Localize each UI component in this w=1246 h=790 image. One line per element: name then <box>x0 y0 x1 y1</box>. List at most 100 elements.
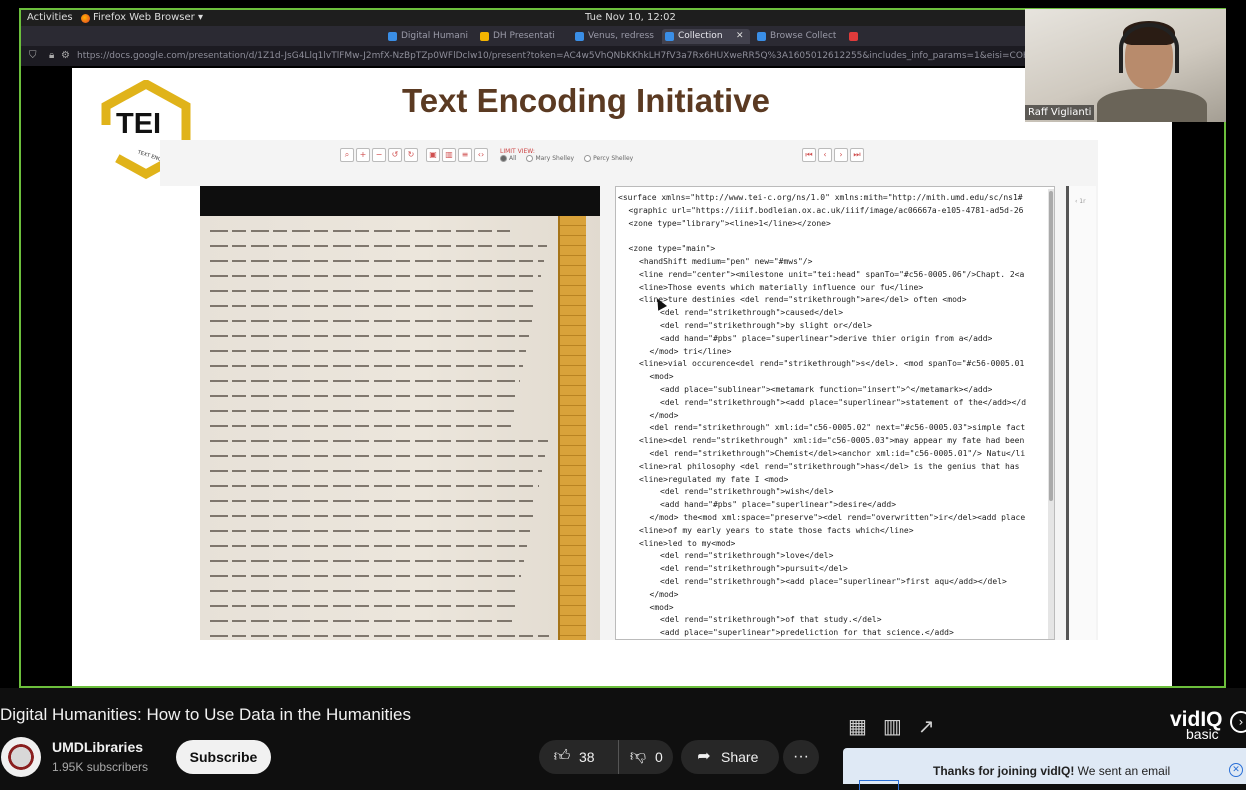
manuscript-page <box>200 186 600 640</box>
tei-xml-panel[interactable]: <surface xmlns="http://www.tei-c.org/ns/… <box>615 186 1055 640</box>
permissions-icon[interactable]: ⚙ <box>61 46 70 66</box>
presentation-slide: TEI TEXT ENCODING INITIATIVE Text Encodi… <box>72 68 1172 686</box>
app-menu[interactable]: Firefox Web Browser ▾ <box>81 10 203 26</box>
code-line: <line>led to my<mod> <box>639 538 736 548</box>
zoom-in-icon[interactable]: + <box>356 148 370 162</box>
code-line: <add hand="#pbs" place="superlinear">des… <box>660 500 897 510</box>
browser-tab[interactable] <box>846 29 870 44</box>
thumbs-up-icon: 👍︎ <box>553 748 571 765</box>
tab-label: Collection <box>678 31 723 41</box>
expand-icon[interactable]: › <box>1230 711 1246 733</box>
handwriting-line <box>210 620 512 622</box>
browser-tab[interactable]: Browse Collect <box>754 29 836 44</box>
notification-text: Thanks for joining vidIQ! We sent an ema… <box>933 764 1170 778</box>
browser-tab[interactable]: Digital Humani <box>385 29 469 44</box>
like-dislike-group: 👍︎ 38 👎︎ 0 <box>539 740 673 774</box>
limit-option-all[interactable]: All <box>500 155 516 162</box>
slides-icon <box>480 32 489 41</box>
code-line: <line>vial occurence<del rend="strikethr… <box>639 359 1025 369</box>
scrollbar-thumb[interactable] <box>1049 191 1053 501</box>
limit-option-percy-shelley[interactable]: Percy Shelley <box>584 155 633 162</box>
close-notification-icon[interactable]: ✕ <box>1229 763 1243 777</box>
handwriting-line <box>210 245 547 247</box>
clock[interactable]: Tue Nov 10, 12:02 <box>585 10 676 26</box>
limit-option-mary-shelley[interactable]: Mary Shelley <box>526 155 574 162</box>
handwriting-line <box>210 500 536 502</box>
browser-tab[interactable]: DH Presentati <box>477 29 563 44</box>
tab-label: DH Presentati <box>493 31 555 41</box>
zoom-reset-icon[interactable]: ⌕ <box>340 148 354 162</box>
code-icon[interactable]: ‹› <box>474 148 488 162</box>
browser-tab-active[interactable]: Collection ✕ <box>662 29 750 44</box>
code-line: <add hand="#pbs" place="superlinear">der… <box>660 333 993 343</box>
code-line: <del rend="strikethrough"><add place="su… <box>660 397 1027 407</box>
more-actions-button[interactable]: ··· <box>783 740 819 774</box>
video-title: Digital Humanities: How to Use Data in t… <box>0 705 412 724</box>
first-page-icon[interactable]: ⏮ <box>802 148 816 162</box>
code-line: <line><del rend="strikethrough" xml:id="… <box>639 436 1025 446</box>
close-tab-icon[interactable]: ✕ <box>736 29 744 44</box>
next-page-icon[interactable]: › <box>834 148 848 162</box>
handwriting-line <box>210 335 529 337</box>
shield-icon[interactable]: ⛉ <box>29 46 37 66</box>
vidiq-plan: basic <box>1186 726 1219 742</box>
split-icon[interactable]: ▥ <box>442 148 456 162</box>
like-button[interactable]: 👍︎ 38 <box>539 740 619 774</box>
zoom-out-icon[interactable]: − <box>372 148 386 162</box>
lock-icon[interactable]: 🔒︎ <box>49 46 54 66</box>
side-panel[interactable]: ‹ 1r <box>1066 186 1096 640</box>
bar-chart-icon[interactable]: ▥ <box>883 714 902 738</box>
handwriting-line <box>210 455 545 457</box>
manuscript-background <box>200 186 600 216</box>
option-label: Mary Shelley <box>535 155 575 162</box>
code-line: <del rend="strikethrough">Chemist</del><… <box>649 449 1026 458</box>
code-line: <del rend="strikethrough">love</del> <box>660 551 834 561</box>
activities-button[interactable]: Activities <box>27 10 73 26</box>
rotate-right-icon[interactable]: ↻ <box>404 148 418 162</box>
grid-icon[interactable]: ▦ <box>848 714 867 738</box>
like-count: 38 <box>579 749 595 765</box>
code-line: <zone type="main"> <box>628 244 716 254</box>
handwriting-line <box>210 230 510 232</box>
notification-rest: We sent an email <box>1074 764 1171 778</box>
handwriting-line <box>210 635 549 637</box>
logo-text: TEI <box>116 108 162 140</box>
ruler <box>558 216 586 640</box>
manuscript-image[interactable] <box>160 186 600 640</box>
vidiq-toolbar: ▦ ▥ ↗ <box>848 714 935 738</box>
image-icon[interactable]: ▣ <box>426 148 440 162</box>
text-icon[interactable]: ≡ <box>458 148 472 162</box>
prev-page-icon[interactable]: ‹ <box>818 148 832 162</box>
dislike-count: 0 <box>655 749 663 765</box>
code-line: </mod> the<mod xml:space="preserve"><del… <box>649 513 1026 522</box>
code-line: <line>regulated my fate I <mod> <box>639 474 789 484</box>
share-button[interactable]: ➦ Share <box>681 740 779 774</box>
page-navigation: ⏮ ‹ › ⏭ <box>802 148 866 162</box>
handwriting-line <box>210 470 542 472</box>
os-top-bar: Activities Firefox Web Browser ▾ Tue Nov… <box>21 10 1025 26</box>
url-text: https://docs.google.com/presentation/d/1… <box>77 51 1025 61</box>
channel-avatar[interactable] <box>1 737 41 777</box>
vidiq-notification: Thanks for joining vidIQ! We sent an ema… <box>843 748 1246 790</box>
dislike-button[interactable]: 👎︎ 0 <box>619 740 663 774</box>
trending-icon[interactable]: ↗ <box>918 714 935 738</box>
address-bar[interactable]: ⛉ 🔒︎ ⚙ https://docs.google.com/presentat… <box>21 46 1025 66</box>
code-line: <handShift medium="pen" new="#mws"/> <box>639 257 813 266</box>
last-page-icon[interactable]: ⏭ <box>850 148 864 162</box>
rotate-left-icon[interactable]: ↺ <box>388 148 402 162</box>
code-scrollbar[interactable] <box>1048 189 1054 639</box>
channel-name[interactable]: UMDLibraries <box>52 739 143 755</box>
manuscript-viewer: ⌕ + − ↺ ↻ ▣ ▥ ≡ ‹› LIMIT VIEW: All Mary … <box>160 140 1098 640</box>
doc-icon <box>388 32 397 41</box>
handwriting-line <box>210 410 514 412</box>
subscribe-button[interactable]: Subscribe <box>176 740 271 774</box>
viewer-toolbar: ⌕ + − ↺ ↻ ▣ ▥ ≡ ‹› LIMIT VIEW: All Mary … <box>340 144 633 166</box>
code-line: <del rend="strikethrough"><add place="su… <box>660 577 1007 586</box>
browser-tab[interactable]: Venus, redresse <box>572 29 654 44</box>
code-line: <line>ral philosophy <del rend="striketh… <box>639 461 1020 471</box>
handwriting-line <box>210 485 539 487</box>
webcam-feed: Raff Viglianti <box>1025 9 1226 122</box>
handwriting-line <box>210 575 521 577</box>
code-line: <del rend="strikethrough">wish</del> <box>660 487 834 497</box>
handwriting-line <box>210 275 541 277</box>
